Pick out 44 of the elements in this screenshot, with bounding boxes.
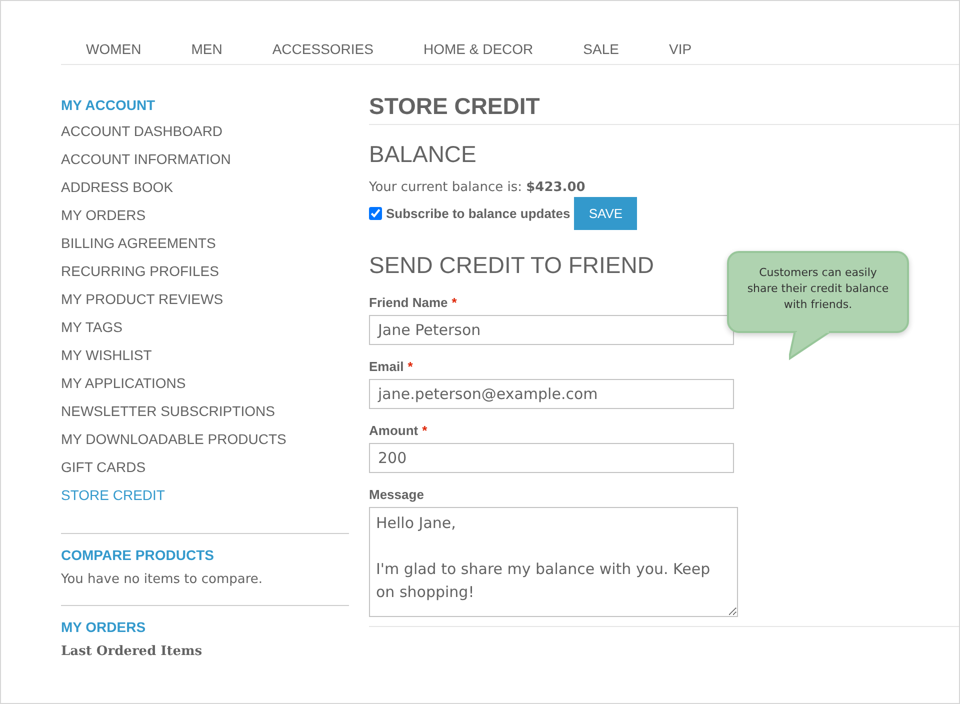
required-mark: * [408, 359, 413, 374]
sidebar-item[interactable]: NEWSLETTER SUBSCRIPTIONS [61, 403, 275, 431]
subscribe-label: Subscribe to balance updates [386, 206, 570, 221]
save-button[interactable]: SAVE [574, 197, 638, 230]
field-label: Friend Name [369, 295, 448, 310]
sidebar-item[interactable]: MY ORDERS [61, 207, 146, 235]
field-label: Amount [369, 423, 418, 438]
nav-link[interactable]: MEN [191, 41, 222, 57]
orders-text: Last Ordered Items [61, 644, 204, 659]
sidebar-item[interactable]: MY DOWNLOADABLE PRODUCTS [61, 431, 286, 459]
compare-text: You have no items to compare. [61, 572, 264, 587]
sidebar-item[interactable]: ACCOUNT DASHBOARD [61, 123, 223, 151]
required-mark: * [422, 423, 428, 438]
callout-tail-icon [789, 331, 833, 361]
sidebar-item[interactable]: RECURRING PROFILES [61, 263, 219, 291]
sidebar-title: MY ACCOUNT [61, 97, 156, 113]
sidebar-item[interactable]: MY PRODUCT REVIEWS [61, 291, 224, 319]
sidebar-item[interactable]: GIFT CARDS [61, 459, 146, 487]
nav-link[interactable]: HOME & DECOR [423, 41, 534, 57]
field-label: Message [369, 487, 424, 502]
sidebar-item[interactable]: STORE CREDIT [61, 487, 165, 515]
sidebar-item[interactable]: BILLING AGREEMENTS [61, 235, 216, 263]
input-field[interactable]: 200 [369, 443, 734, 473]
sidebar-item[interactable]: ADDRESS BOOK [61, 179, 174, 207]
input-field[interactable]: jane.peterson@example.com [369, 379, 734, 409]
nav-link[interactable]: VIP [668, 41, 692, 57]
sidebar-item[interactable]: MY WISHLIST [61, 347, 152, 375]
input-field[interactable]: Jane Peterson [369, 315, 734, 345]
page-title: STORE CREDIT [369, 93, 541, 121]
balance-text: Your current balance is: $423.00 [369, 180, 586, 195]
nav-link[interactable]: ACCESSORIES [272, 41, 374, 57]
section-heading: SEND CREDIT TO FRIEND [369, 252, 654, 279]
nav-link[interactable]: WOMEN [86, 41, 142, 57]
field-label: Email [369, 359, 404, 374]
subscribe-checkbox[interactable] [369, 207, 382, 220]
nav-link[interactable]: SALE [583, 41, 619, 57]
block-title: MY ORDERS [61, 619, 147, 635]
message-field[interactable]: Hello Jane, I'm glad to share my balance with you. Keep on shopping! [369, 507, 738, 617]
sidebar-item[interactable]: MY APPLICATIONS [61, 375, 186, 403]
sidebar-item[interactable]: MY TAGS [61, 319, 122, 347]
sidebar-item[interactable]: ACCOUNT INFORMATION [61, 151, 231, 179]
block-title: COMPARE PRODUCTS [61, 547, 215, 563]
section-heading: BALANCE [369, 141, 476, 168]
required-mark: * [452, 295, 457, 310]
